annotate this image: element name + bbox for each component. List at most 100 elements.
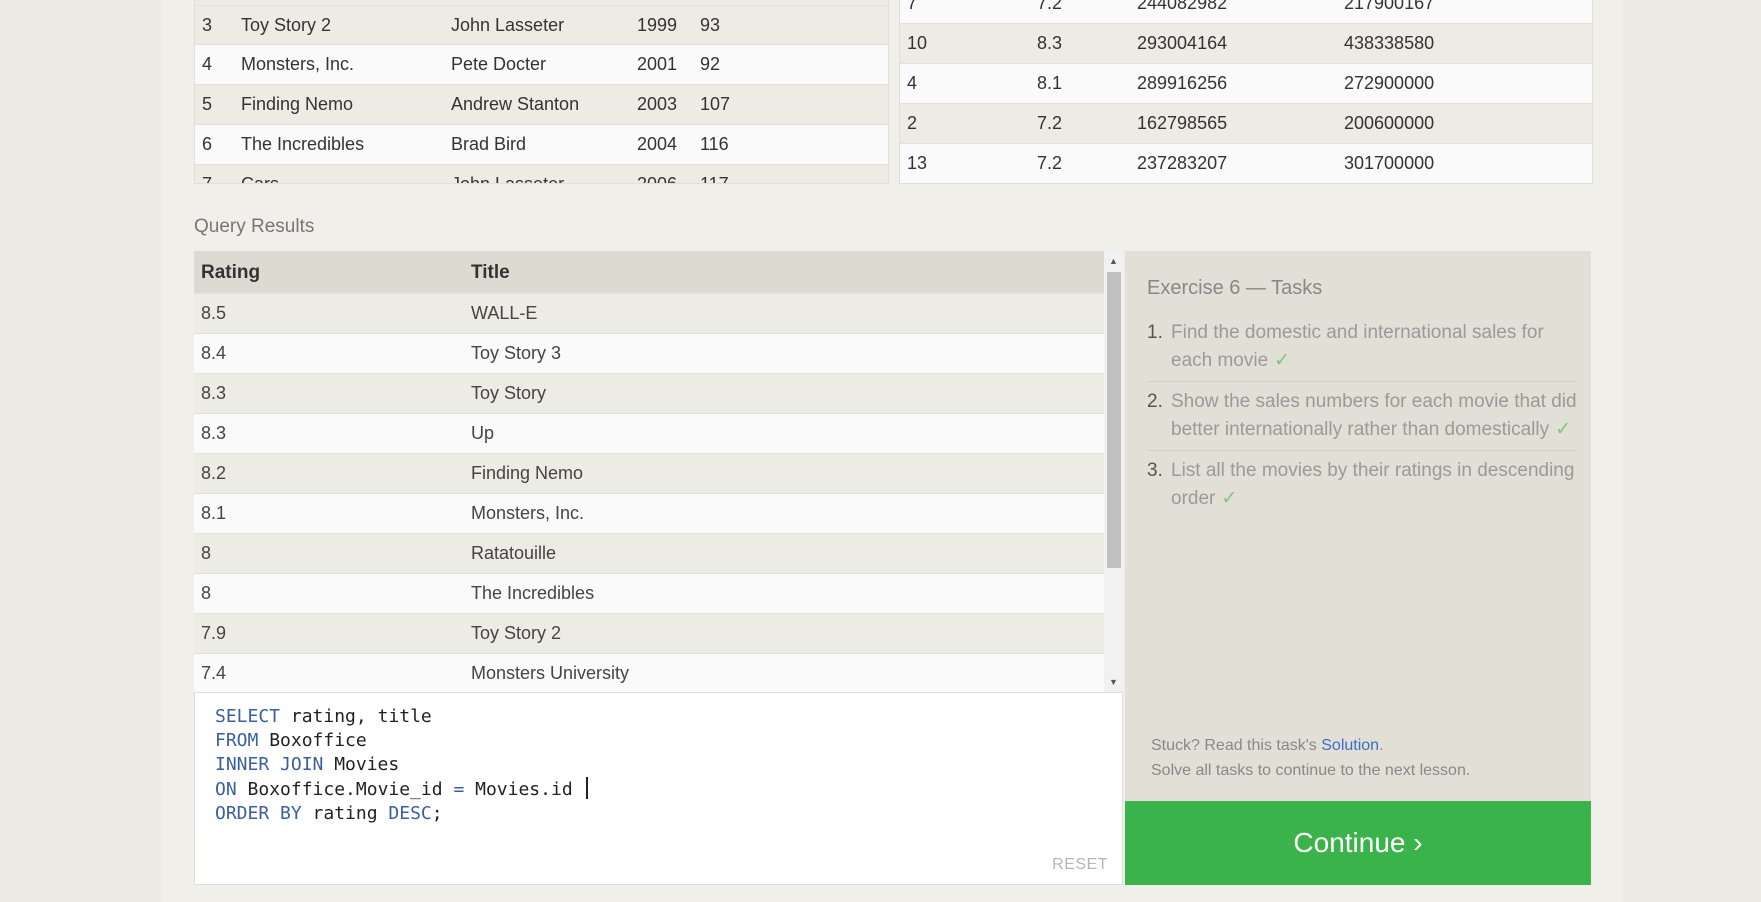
boxoffice-movie-id: 10: [907, 33, 928, 53]
boxoffice-domestic: 289916256: [1137, 73, 1228, 93]
boxoffice-international: 301700000: [1344, 153, 1435, 173]
results-scrollbar[interactable]: ▲ ▼: [1104, 251, 1123, 692]
stuck-text: Stuck? Read this task's: [1151, 737, 1322, 754]
table-row: 6 The Incredibles Brad Bird 2004 116: [195, 124, 888, 164]
movie-director: John Lasseter: [451, 174, 565, 184]
sql-text: rating, title: [280, 706, 432, 727]
boxoffice-domestic: 293004164: [1137, 33, 1228, 53]
tasks-panel: Exercise 6 — Tasks 1. Find the domestic …: [1125, 251, 1591, 802]
sql-editor[interactable]: SELECT rating, title FROM Boxoffice INNE…: [194, 692, 1123, 885]
movie-length: 107: [700, 94, 731, 114]
boxoffice-rating: 8.1: [1037, 73, 1063, 93]
movie-id: 5: [202, 94, 213, 114]
result-rating: 8.1: [201, 503, 227, 523]
task-text: Show the sales numbers for each movie th…: [1171, 391, 1577, 440]
stuck-suffix: .: [1379, 737, 1384, 754]
result-rating: 8: [201, 543, 212, 563]
boxoffice-domestic: 244082982: [1137, 0, 1228, 13]
result-title: WALL-E: [471, 303, 538, 323]
sql-text: Boxoffice.Movie_id: [236, 779, 454, 800]
sql-text: ;: [431, 803, 443, 824]
table-row: 8.3 Up: [194, 413, 1104, 453]
movies-table[interactable]: 3 Toy Story 2 John Lasseter 1999 93 4 Mo…: [194, 0, 889, 184]
movie-year: 2006: [637, 174, 678, 184]
movie-director: Brad Bird: [451, 134, 527, 154]
boxoffice-international: 272900000: [1344, 73, 1435, 93]
boxoffice-movie-id: 13: [907, 153, 928, 173]
sql-keyword: DESC: [388, 803, 432, 824]
solution-link[interactable]: Solution: [1321, 737, 1379, 754]
movie-title: Toy Story 2: [241, 15, 332, 35]
result-title: Toy Story 2: [471, 623, 562, 643]
result-title: Up: [471, 423, 495, 443]
text-caret: [585, 777, 588, 799]
movie-director: Pete Docter: [451, 54, 547, 74]
result-title: The Incredibles: [471, 583, 595, 603]
result-rating: 7.9: [201, 623, 227, 643]
sql-keyword: SELECT: [215, 706, 281, 727]
checkmark-icon: ✓: [1274, 350, 1291, 371]
result-title: Toy Story 3: [471, 343, 562, 363]
table-row: 8.2 Finding Nemo: [194, 453, 1104, 493]
result-rating: 8.3: [201, 423, 227, 443]
movie-title: Finding Nemo: [241, 94, 354, 114]
result-rating: 7.4: [201, 663, 227, 683]
table-row: 7 7.2 244082982 217900167: [900, 0, 1592, 23]
task-number: 1.: [1147, 322, 1163, 343]
task-number: 3.: [1147, 460, 1163, 481]
continue-button[interactable]: Continue ›: [1125, 801, 1591, 885]
scroll-down-arrow-icon[interactable]: ▼: [1104, 674, 1123, 690]
results-header: Rating Title: [194, 251, 1104, 293]
boxoffice-international: 217900167: [1344, 0, 1435, 13]
result-title: Ratatouille: [471, 543, 557, 563]
table-row: 5 Finding Nemo Andrew Stanton 2003 107: [195, 84, 888, 124]
sql-code[interactable]: SELECT rating, title FROM Boxoffice INNE…: [215, 705, 588, 826]
table-row: 8.4 Toy Story 3: [194, 333, 1104, 373]
boxoffice-movie-id: 7: [907, 0, 918, 13]
boxoffice-rating: 7.2: [1037, 113, 1063, 133]
result-rating: 8.4: [201, 343, 227, 363]
reset-button[interactable]: RESET: [1052, 856, 1108, 874]
movie-length: 117: [700, 174, 729, 184]
table-row: 3 Toy Story 2 John Lasseter 1999 93: [195, 5, 888, 45]
movie-id: 7: [202, 174, 213, 184]
boxoffice-movie-id: 2: [907, 113, 918, 133]
checkmark-icon: ✓: [1555, 419, 1572, 440]
movie-year: 1999: [637, 15, 678, 35]
movie-length: 92: [700, 54, 721, 74]
boxoffice-rating: 7.2: [1037, 0, 1063, 13]
result-rating: 8.2: [201, 463, 227, 483]
movie-id: 4: [202, 54, 213, 74]
movie-id: 3: [202, 15, 213, 35]
table-row: 7.9 Toy Story 2: [194, 613, 1104, 653]
result-title: Toy Story: [471, 383, 547, 403]
scrollbar-thumb[interactable]: [1107, 272, 1121, 568]
boxoffice-table[interactable]: 7 7.2 244082982 217900167 10 8.3 2930041…: [899, 0, 1593, 184]
task-item: 3. List all the movies by their ratings …: [1147, 457, 1577, 519]
table-row: 8 Ratatouille: [194, 533, 1104, 573]
movie-title: Cars: [241, 174, 280, 184]
movie-id: 6: [202, 134, 213, 154]
table-row: 8.1 Monsters, Inc.: [194, 493, 1104, 533]
boxoffice-international: 200600000: [1344, 113, 1435, 133]
task-text: Find the domestic and international sale…: [1171, 322, 1544, 371]
movie-year: 2004: [637, 134, 678, 154]
table-row: 8.3 Toy Story: [194, 373, 1104, 413]
sql-operator: =: [453, 779, 465, 800]
movie-title: Monsters, Inc.: [241, 54, 355, 74]
scroll-up-arrow-icon[interactable]: ▲: [1104, 253, 1123, 269]
task-number: 2.: [1147, 391, 1163, 412]
query-results-table[interactable]: Rating Title 8.5 WALL-E 8.4 Toy Story 3 …: [194, 251, 1123, 692]
boxoffice-movie-id: 4: [907, 73, 918, 93]
task-item: 2. Show the sales numbers for each movie…: [1147, 388, 1577, 451]
movie-director: Andrew Stanton: [451, 94, 580, 114]
table-row: 4 Monsters, Inc. Pete Docter 2001 92: [195, 44, 888, 84]
table-row: 8 The Incredibles: [194, 573, 1104, 613]
movie-length: 93: [700, 15, 721, 35]
sql-text: Movies: [323, 754, 400, 775]
solve-all-text: Solve all tasks to continue to the next …: [1151, 762, 1471, 779]
table-row: 13 7.2 237283207 301700000: [900, 143, 1592, 183]
result-title: Monsters University: [471, 663, 630, 683]
table-row: 8.5 WALL-E: [194, 293, 1104, 333]
boxoffice-domestic: 237283207: [1137, 153, 1228, 173]
